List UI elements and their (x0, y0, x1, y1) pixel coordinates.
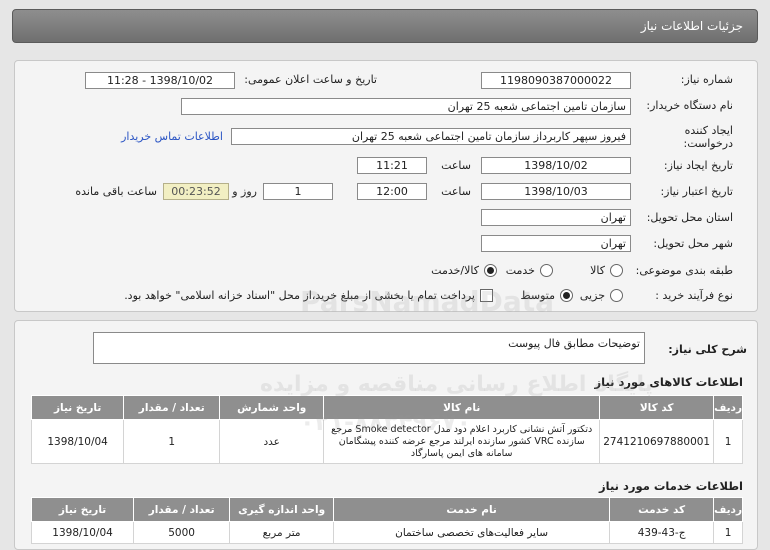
goods-col-code: کد کالا (599, 395, 715, 420)
need-number-label: شماره نیاز: (680, 73, 733, 86)
goods-cell-row: 1 (713, 419, 743, 464)
process-partial-label: جزیی (579, 289, 605, 302)
category-goods-radio[interactable] (610, 264, 623, 277)
goods-col-row: ردیف (713, 395, 743, 420)
buyer-field: سازمان تامین اجتماعی شعبه 25 تهران (181, 98, 631, 115)
province-field: تهران (481, 209, 631, 226)
goods-cell-code: 2741210697880001 (599, 419, 715, 464)
created-date-field: 1398/10/02 (481, 157, 631, 174)
goods-col-date: تاریخ نیاز (30, 395, 125, 420)
goods-cell-date: 1398/10/04 (30, 419, 125, 464)
buyer-contact-link[interactable]: اطلاعات تماس خریدار (121, 130, 223, 143)
category-service-radio[interactable] (540, 264, 553, 277)
city-label: شهر محل تحویل: (653, 237, 733, 250)
goods-section-title: اطلاعات کالاهای مورد نیاز (594, 375, 743, 389)
province-label: استان محل تحویل: (646, 211, 733, 224)
valid-time-field: 12:00 (357, 183, 427, 200)
services-section-title: اطلاعات خدمات مورد نیاز (599, 479, 743, 493)
goods-col-qty: تعداد / مقدار (123, 395, 221, 420)
table-row: 1 ج-43-439 سایر فعالیت‌های تخصصی ساختمان… (30, 521, 743, 544)
page-title: جزئیات اطلاعات نیاز (640, 19, 743, 33)
announce-field: 1398/10/02 - 11:28 (85, 72, 235, 89)
treasury-payment-checkbox[interactable] (480, 289, 493, 302)
services-col-name: نام خدمت (333, 497, 611, 522)
category-goods-label: کالا (590, 264, 605, 277)
created-date-label: تاریخ ایجاد نیاز: (663, 159, 733, 172)
process-medium-label: متوسط (520, 289, 555, 302)
services-cell-date: 1398/10/04 (30, 521, 135, 544)
created-time-field: 11:21 (357, 157, 427, 174)
page: جزئیات اطلاعات نیاز شماره نیاز: 11980903… (0, 0, 770, 550)
services-cell-name: سایر فعالیت‌های تخصصی ساختمان (333, 521, 611, 544)
goods-cell-qty: 1 (123, 419, 221, 464)
services-col-unit: واحد اندازه گیری (229, 497, 335, 522)
valid-time-label: ساعت (441, 185, 471, 198)
goods-header-row: ردیف کد کالا نام کالا واحد شمارش تعداد /… (30, 395, 743, 420)
goods-table: ردیف کد کالا نام کالا واحد شمارش تعداد /… (30, 395, 743, 464)
services-cell-code: ج-43-439 (609, 521, 715, 544)
remaining-label: ساعت باقی مانده (75, 185, 157, 198)
treasury-payment-note: پرداخت تمام یا بخشی از مبلغ خرید،از محل … (124, 289, 475, 302)
remaining-time-field: 00:23:52 (163, 183, 229, 200)
services-col-qty: تعداد / مقدار (133, 497, 231, 522)
services-header-row: ردیف کد خدمت نام خدمت واحد اندازه گیری ت… (30, 497, 743, 522)
description-label: شرح کلی نیاز: (668, 343, 747, 356)
created-time-label: ساعت (441, 159, 471, 172)
buyer-label: نام دستگاه خریدار: (646, 99, 733, 112)
creator-label: ایجاد کننده درخواست: (683, 124, 733, 150)
category-service-label: خدمت (505, 264, 535, 277)
services-cell-unit: متر مربع (229, 521, 335, 544)
services-table: ردیف کد خدمت نام خدمت واحد اندازه گیری ت… (30, 497, 743, 544)
category-both-label: کالا/خدمت (431, 264, 479, 277)
goods-cell-name: دتکتور آتش نشانی کاربرد اعلام دود مدل Sm… (323, 419, 601, 464)
goods-col-unit: واحد شمارش (219, 395, 325, 420)
services-cell-qty: 5000 (133, 521, 231, 544)
goods-col-name: نام کالا (323, 395, 601, 420)
process-partial-radio[interactable] (610, 289, 623, 302)
page-header: جزئیات اطلاعات نیاز (12, 9, 758, 43)
goods-cell-unit: عدد (219, 419, 325, 464)
valid-date-field: 1398/10/03 (481, 183, 631, 200)
city-field: تهران (481, 235, 631, 252)
valid-date-label: تاریخ اعتبار نیاز: (660, 185, 733, 198)
description-field: توضیحات مطابق فال پیوست (93, 332, 645, 364)
days-field: 1 (263, 183, 333, 200)
need-number-field: 1198090387000022 (481, 72, 631, 89)
days-label: روز و (232, 185, 257, 198)
announce-label: تاریخ و ساعت اعلان عمومی: (244, 73, 377, 86)
creator-field: فیروز سپهر کاربرداز سازمان تامین اجتماعی… (231, 128, 631, 145)
description-panel: شرح کلی نیاز: توضیحات مطابق فال پیوست اط… (14, 320, 758, 550)
info-panel: شماره نیاز: 1198090387000022 تاریخ و ساع… (14, 60, 758, 312)
services-col-code: کد خدمت (609, 497, 715, 522)
services-col-row: ردیف (713, 497, 743, 522)
services-cell-row: 1 (713, 521, 743, 544)
process-label: نوع فرآیند خرید : (655, 289, 733, 302)
process-medium-radio[interactable] (560, 289, 573, 302)
category-label: طبقه بندی موضوعی: (635, 264, 733, 277)
services-col-date: تاریخ نیاز (30, 497, 135, 522)
category-both-radio[interactable] (484, 264, 497, 277)
table-row: 1 2741210697880001 دتکتور آتش نشانی کارب… (30, 419, 743, 464)
